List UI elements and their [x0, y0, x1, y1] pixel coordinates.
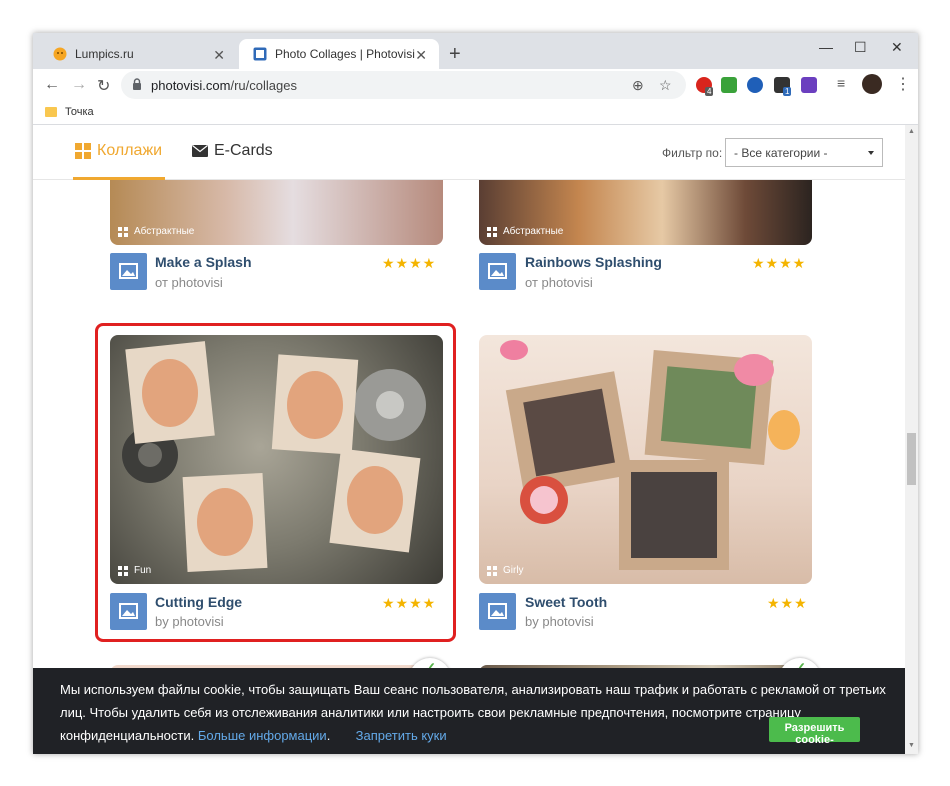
filter-label: Фильтр по: [662, 146, 723, 160]
bookmark-label: Точка [65, 106, 94, 118]
extension-badge: 1 [783, 87, 792, 96]
grid-icon [487, 565, 497, 576]
card-author[interactable]: от photovisi [525, 275, 593, 290]
minimize-icon[interactable]: — [819, 39, 833, 55]
category-label: Абстрактные [503, 226, 564, 237]
tab-label: E-Cards [214, 142, 273, 159]
cookie-text: Мы используем файлы cookie, чтобы защища… [60, 678, 890, 747]
site-header: Коллажи E-Cards Фильтр по: - Все категор… [33, 125, 905, 180]
lumpics-favicon-icon [53, 47, 67, 61]
collage-thumbnail[interactable]: Girly [479, 335, 812, 584]
envelope-icon [192, 145, 208, 157]
browser-window: Lumpics.ru ✕ Photo Collages | Photovisi … [33, 33, 918, 754]
add-search-icon[interactable]: ⊕ [632, 77, 644, 94]
category-filter-select[interactable]: - Все категории - [725, 138, 883, 167]
cookie-banner: Мы используем файлы cookie, чтобы защища… [33, 668, 905, 754]
active-tab-underline [73, 177, 165, 180]
card-title[interactable]: Sweet Tooth [525, 594, 607, 610]
picture-icon [488, 263, 507, 279]
back-icon[interactable]: ← [44, 76, 60, 94]
author-avatar[interactable] [479, 253, 516, 290]
tab-title: Lumpics.ru [75, 47, 134, 61]
collage-art [500, 340, 800, 570]
highlight-frame [95, 323, 456, 642]
lock-icon [133, 78, 141, 90]
forward-icon[interactable]: → [71, 76, 87, 94]
category-label: Абстрактные [134, 226, 195, 237]
tab-lumpics[interactable]: Lumpics.ru ✕ [39, 39, 237, 69]
rating-stars: ★★★★ [752, 255, 807, 271]
url-path: /ru/collages [230, 78, 297, 93]
author-avatar[interactable] [479, 593, 516, 630]
url-host: photovisi.com [151, 78, 231, 93]
page-scrollbar[interactable]: ▲ ▼ [905, 125, 918, 754]
tab-ecards[interactable]: E-Cards [192, 142, 273, 160]
bookmark-tochka[interactable]: Точка [45, 106, 94, 118]
extension-globe-icon[interactable] [747, 77, 763, 93]
extension-badge: 4 [705, 87, 714, 96]
caret-down-icon [868, 151, 874, 155]
rating-stars: ★★★★ [382, 255, 437, 271]
cookie-message: Мы используем файлы cookie, чтобы защища… [60, 682, 886, 743]
photovisi-favicon-icon [253, 47, 267, 61]
browser-toolbar: ← → ↻ photovisi.com/ru/collages ⊕ ☆ 4 1 … [33, 69, 918, 102]
more-info-link[interactable]: Больше информации [198, 728, 327, 743]
card-title[interactable]: Make a Splash [155, 254, 252, 270]
profile-avatar-icon[interactable] [862, 74, 882, 94]
deny-cookies-link[interactable]: Запретить куки [356, 728, 447, 743]
bookmarks-bar: Точка [33, 102, 918, 125]
maximize-icon[interactable]: ☐ [854, 39, 867, 56]
author-avatar[interactable] [110, 253, 147, 290]
picture-icon [488, 603, 507, 619]
grid-icon [118, 226, 128, 237]
folder-icon [45, 107, 57, 117]
picture-icon [119, 263, 138, 279]
extension-check-icon[interactable] [721, 77, 737, 93]
rating-stars: ★★★ [767, 595, 808, 611]
cookie-period: . [326, 728, 331, 743]
category-tag: Абстрактные [118, 226, 194, 237]
address-bar[interactable]: photovisi.com/ru/collages ⊕ ☆ [121, 71, 686, 99]
scroll-down-icon[interactable]: ▼ [908, 742, 915, 749]
card-author[interactable]: by photovisi [525, 614, 594, 629]
page-viewport: Коллажи E-Cards Фильтр по: - Все категор… [33, 125, 918, 754]
url-text[interactable]: photovisi.com/ru/collages [151, 78, 297, 93]
reload-icon[interactable]: ↻ [97, 76, 110, 96]
card-title[interactable]: Rainbows Splashing [525, 254, 662, 270]
bookmark-star-icon[interactable]: ☆ [659, 77, 672, 94]
tab-photovisi[interactable]: Photo Collages | Photovisi ✕ [239, 39, 439, 69]
scroll-up-icon[interactable]: ▲ [908, 128, 915, 135]
tab-collages[interactable]: Коллажи [75, 142, 162, 160]
menu-kebab-icon[interactable]: ⋮ [895, 74, 911, 94]
tab-close-icon[interactable]: ✕ [213, 47, 225, 64]
category-label: Girly [503, 565, 524, 576]
category-tag: Абстрактные [487, 226, 563, 237]
media-control-icon[interactable]: ≡ [837, 75, 845, 91]
extension-vpn-icon[interactable] [801, 77, 817, 93]
grid-icon [75, 143, 91, 159]
category-tag: Girly [487, 565, 524, 576]
allow-cookies-button[interactable]: Разрешить cookie- [769, 717, 860, 746]
new-tab-icon[interactable]: + [449, 43, 461, 66]
scroll-thumb[interactable] [907, 433, 916, 485]
grid-icon [487, 226, 497, 237]
filter-value: - Все категории - [734, 146, 828, 160]
card-author[interactable]: от photovisi [155, 275, 223, 290]
tab-title: Photo Collages | Photovisi [275, 47, 415, 61]
tab-strip: Lumpics.ru ✕ Photo Collages | Photovisi … [33, 33, 918, 69]
close-window-icon[interactable]: ✕ [891, 39, 903, 56]
tab-close-icon[interactable]: ✕ [415, 47, 427, 64]
tab-label: Коллажи [97, 142, 163, 159]
